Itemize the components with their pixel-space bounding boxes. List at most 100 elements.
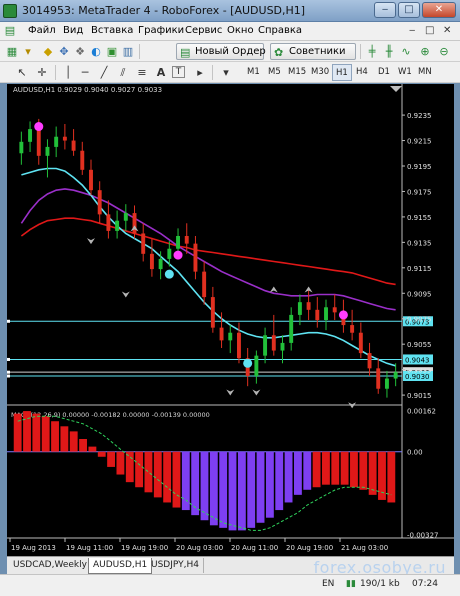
strategy-tester-icon[interactable]: ▥ [120,44,136,59]
candle-body [149,253,154,270]
candle-body [384,378,389,389]
tab-usdjpy-h4[interactable]: USDJPY,H4 [147,558,204,573]
mdi-restore-button[interactable]: □ [425,25,434,36]
macd-histogram-bar [172,451,181,508]
new-order-button[interactable]: ▤ Новый Ордер [176,43,266,60]
time-tick-label: 20 Aug 11:00 [231,544,278,552]
candle-body [71,140,76,151]
trendline-icon[interactable]: ╱ [96,65,112,80]
candle-body [176,236,180,249]
candle-body [297,302,302,315]
timeframe-mn[interactable]: MN [418,67,432,77]
data-window-icon[interactable]: ❖ [72,44,88,59]
chart-window-icon[interactable]: ▤ [2,23,18,38]
timeframe-h1[interactable]: H1 [332,64,352,81]
timeframe-d1[interactable]: D1 [378,67,390,77]
time-tick-label: 19 Aug 19:00 [121,544,168,552]
connection-status: 190/1 kb [360,579,400,589]
candle-body [271,335,276,351]
window-controls: ‒ □ ✕ [374,2,456,18]
menu-charts[interactable]: Графики [138,25,184,36]
timeframe-m1[interactable]: M1 [247,67,260,77]
candle-body [306,302,311,310]
arrow-shapes-icon[interactable]: ▸ [192,65,208,80]
expert-advisors-button[interactable]: ✿ Советники [270,43,356,60]
time-tick-label: 19 Aug 2013 [11,544,56,552]
macd-histogram-bar [163,451,172,503]
terminal-icon[interactable]: ▣ [104,44,120,59]
candle-body [228,332,233,341]
timeframe-h4[interactable]: H4 [356,67,368,77]
macd-histogram-bar [191,451,200,516]
new-order-label: Новый Ордер [195,46,266,57]
timeframe-m15[interactable]: M15 [288,67,306,77]
macd-histogram-bar [51,421,59,452]
chart-window[interactable]: AUDUSD,H1 0.9029 0.9040 0.9027 0.9033 MA… [7,84,454,556]
macd-histogram-bar [116,451,125,475]
open-folder-icon[interactable]: ▾ [20,44,36,59]
text-icon[interactable]: A [153,65,169,80]
candle-body [393,372,398,379]
market-watch-icon[interactable]: ✥ [56,44,72,59]
text-label-icon[interactable]: T [172,66,185,78]
menu-window[interactable]: Окно [227,25,254,36]
crosshair-icon[interactable]: ✛ [34,65,50,80]
macd-histogram-bar [284,451,293,503]
price-tick-label: 0.9095 [407,290,432,298]
candlestick-icon[interactable]: ╫ [381,44,397,59]
tab-audusd-h1[interactable]: AUDUSD,H1 [88,558,153,574]
candle-body [350,325,355,333]
macd-histogram-bar [135,451,144,488]
timeframe-w1[interactable]: W1 [398,67,412,77]
maximize-button[interactable]: □ [398,2,420,18]
macd-histogram-bar [181,451,190,511]
minimize-button[interactable]: ‒ [374,2,396,18]
network-icon: ▮▮ [346,579,356,589]
zoom-in-icon[interactable]: ⊕ [417,44,433,59]
menu-view[interactable]: Вид [63,25,83,36]
candle-body [367,353,372,369]
menu-help[interactable]: Справка [258,25,302,36]
clock: 07:24 [412,579,438,589]
toolbar-separator [212,65,213,80]
macd-histogram-bar [359,451,368,490]
candle-body [141,233,146,254]
profiles-icon[interactable]: ◆ [40,44,56,59]
equidistant-channel-icon[interactable]: ⫽ [115,65,131,80]
sell-signal-dot [338,310,348,320]
candle-body [289,314,294,343]
macd-histogram-bar [340,451,349,485]
price-chart-svg: AUDUSD,H1 0.9029 0.9040 0.9027 0.9033 MA… [7,84,454,556]
new-chart-icon[interactable]: ▦ [4,44,20,59]
close-button[interactable]: ✕ [422,2,456,18]
macd-histogram-bar [331,451,340,485]
cursor-icon[interactable]: ↖ [14,65,30,80]
zoom-out-icon[interactable]: ⊖ [436,44,452,59]
menu-tools[interactable]: Сервис [185,25,222,36]
menu-insert[interactable]: Вставка [91,25,133,36]
candle-body [28,129,33,142]
fibonacci-icon[interactable]: ≡ [134,65,150,80]
candle-body [36,129,41,156]
horizontal-line-icon[interactable]: ─ [77,65,93,80]
mdi-minimize-button[interactable]: ‒ [409,25,415,36]
price-tick-label: 0.9075 [407,316,432,324]
period-menu-icon[interactable]: ▾ [218,65,234,80]
candle-body [210,297,215,328]
timeframe-m5[interactable]: M5 [268,67,281,77]
navigator-icon[interactable]: ◐ [88,44,104,59]
toolbar-separator [360,44,361,59]
timeframe-m30[interactable]: M30 [311,67,329,77]
macd-histogram-bar [200,451,209,521]
candle-body [80,150,85,170]
tab-usdcad-weekly[interactable]: USDCAD,Weekly [9,558,92,573]
vertical-line-icon[interactable]: │ [60,65,76,80]
mdi-close-button[interactable]: ✕ [443,25,451,36]
bar-chart-icon[interactable]: ╪ [364,44,380,59]
macd-histogram-bar [153,451,162,498]
expert-advisors-icon: ✿ [274,46,284,59]
line-chart-icon[interactable]: ∿ [398,44,414,59]
menu-file[interactable]: Файл [28,25,56,36]
language-indicator[interactable]: EN [322,579,334,589]
candle-body [184,236,189,244]
